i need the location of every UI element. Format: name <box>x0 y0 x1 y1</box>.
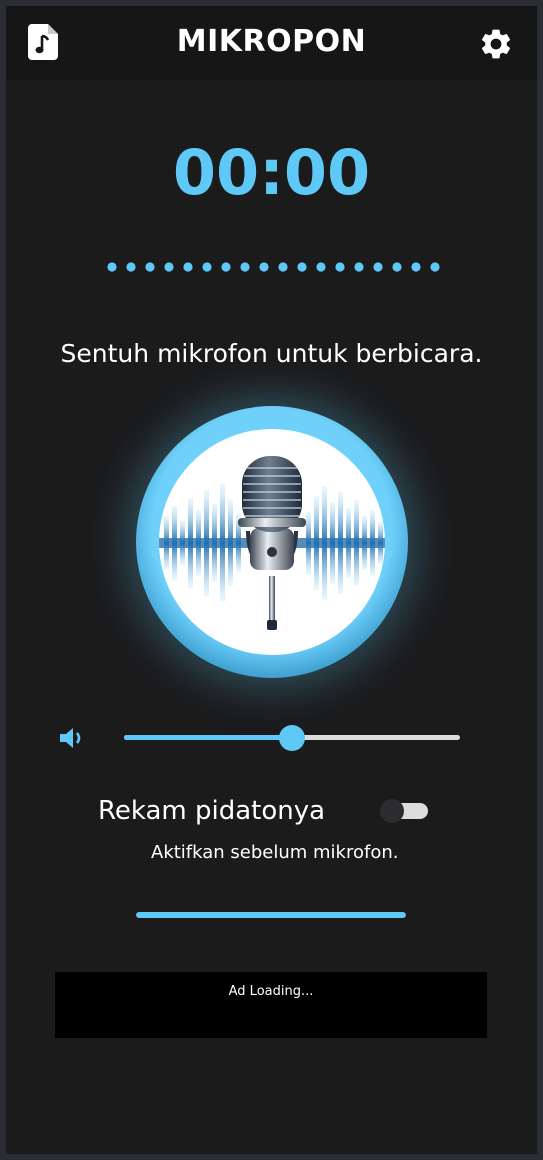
ad-loading-text: Ad Loading... <box>228 984 314 999</box>
app-frame: MIKROPON 00:00 Sentuh mikrofon untuk ber… <box>6 6 537 1154</box>
volume-slider[interactable] <box>124 724 460 751</box>
speaker-icon[interactable] <box>58 724 86 757</box>
gear-icon[interactable] <box>478 26 514 67</box>
ad-banner[interactable]: Ad Loading... <box>55 972 487 1038</box>
record-help-text: Aktifkan sebelum mikrofon. <box>151 842 399 863</box>
record-toggle-knob <box>380 799 404 823</box>
progress-bar <box>136 912 406 918</box>
volume-slider-fill <box>124 735 292 740</box>
app-title: MIKROPON <box>176 24 367 59</box>
record-speech-toggle[interactable] <box>380 799 430 823</box>
instruction-text: Sentuh mikrofon untuk berbicara. <box>60 339 483 368</box>
volume-slider-thumb[interactable] <box>279 725 305 751</box>
dotted-divider <box>107 262 440 272</box>
microphone-button[interactable] <box>136 406 408 678</box>
app-bar: MIKROPON <box>6 6 537 80</box>
record-speech-label: Rekam pidatonya <box>98 796 326 826</box>
timer-display: 00:00 <box>172 136 371 209</box>
progress-bar-fill <box>136 912 406 918</box>
microphone-image <box>136 406 408 678</box>
